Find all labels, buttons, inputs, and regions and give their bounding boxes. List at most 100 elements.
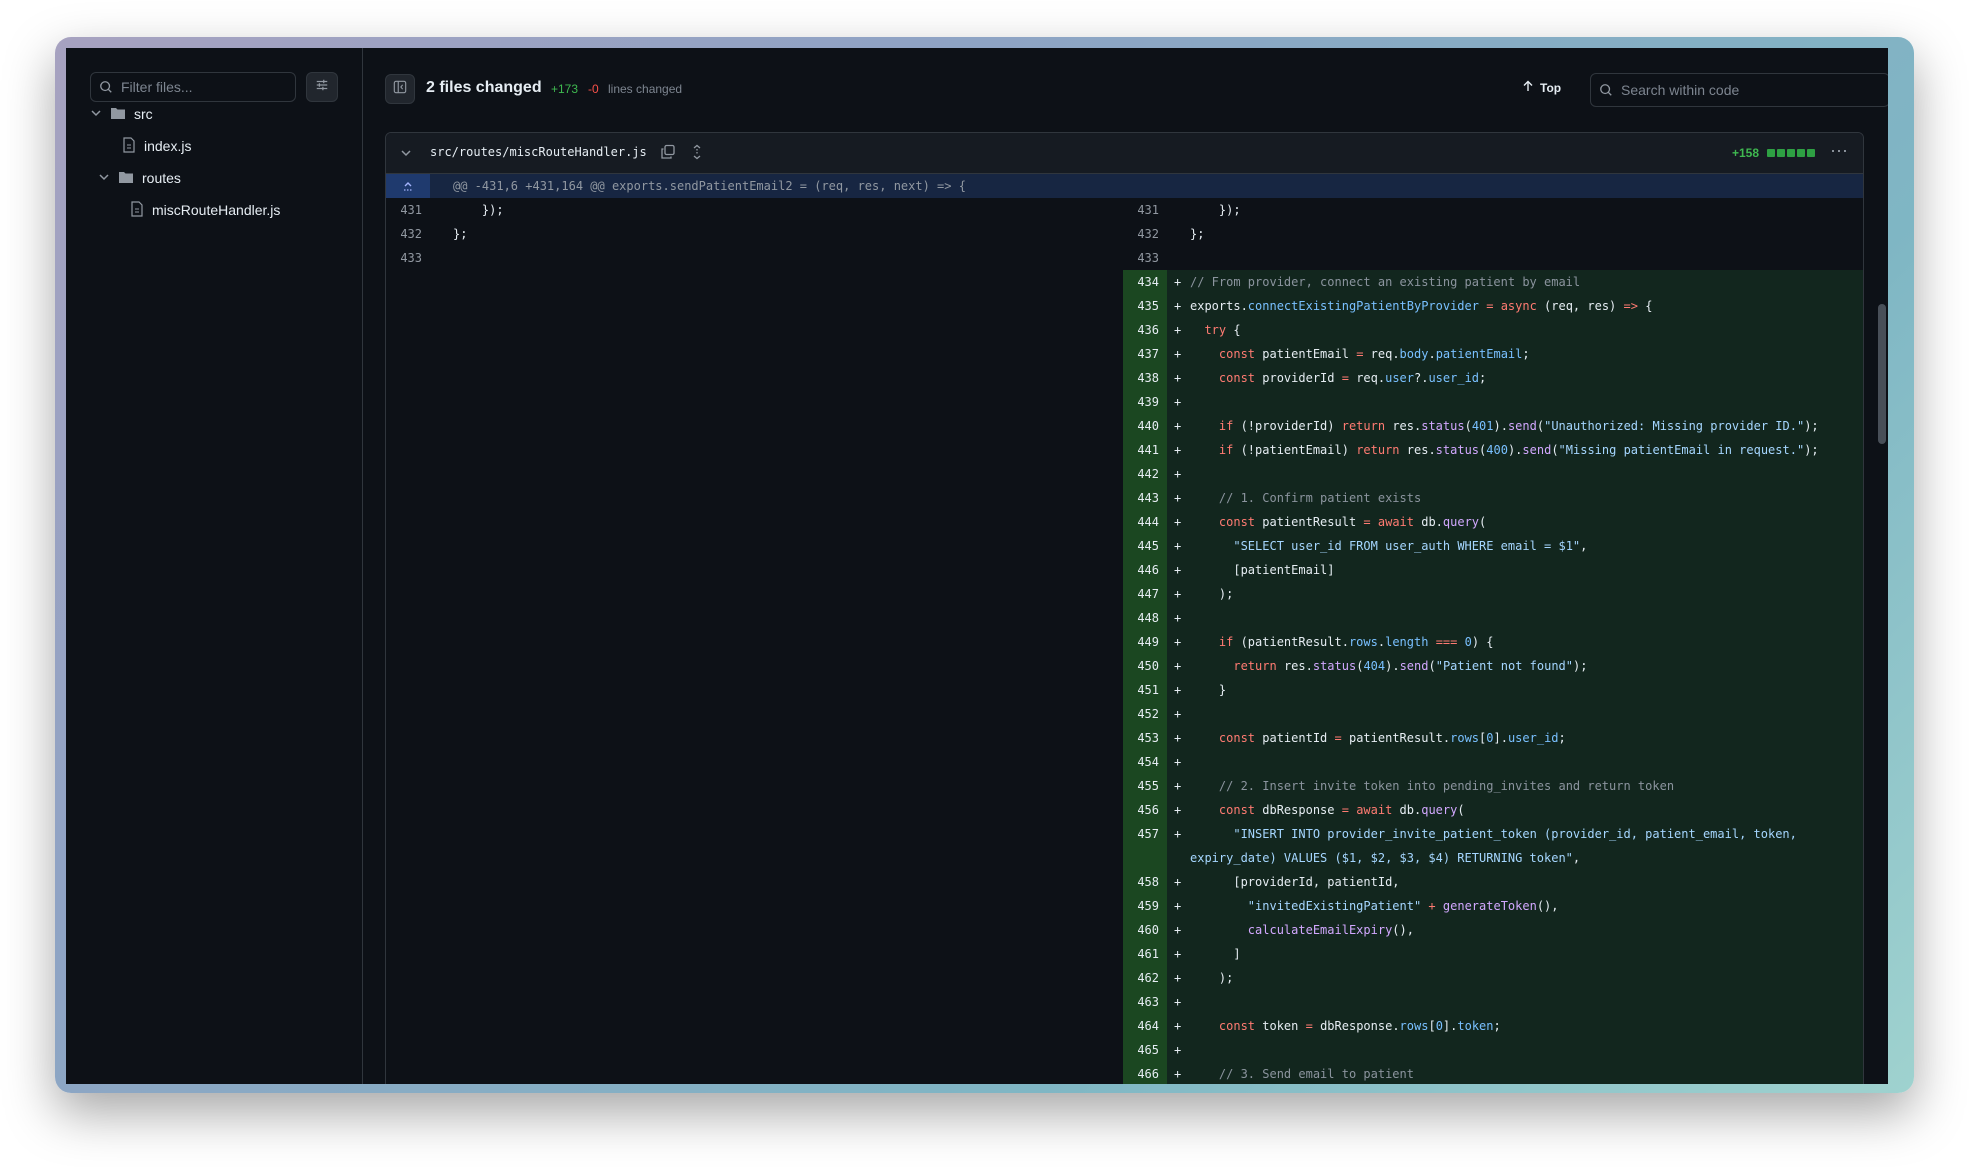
added-diff-line: 452 + [1123,702,1863,726]
line-number[interactable]: 432 [386,222,430,246]
line-number[interactable]: 448 [1123,606,1167,630]
line-number[interactable]: 464 [1123,1014,1167,1038]
added-diff-line: 449 + if (patientResult.rows.length === 0… [1123,630,1863,654]
filter-files-input[interactable]: Filter files... [90,72,296,102]
file-path[interactable]: src/routes/miscRouteHandler.js [430,145,647,159]
line-number[interactable]: 465 [1123,1038,1167,1062]
line-number[interactable]: 447 [1123,582,1167,606]
tree-file-misc-route-handler[interactable]: miscRouteHandler.js [130,196,280,224]
added-diff-line: 461 + ] [1123,942,1863,966]
arrow-up-icon [1522,80,1534,95]
addition-marker: + [1174,563,1182,577]
toggle-sidebar-button[interactable] [385,74,415,104]
filter-options-button[interactable] [306,72,338,102]
code-line: return res.status(404).send("Patient not… [1233,659,1588,673]
expand-all-icon[interactable] [690,144,704,165]
line-number[interactable]: 462 [1123,966,1167,990]
lines-changed-label: lines changed [608,82,683,96]
line-number[interactable]: 437 [1123,342,1167,366]
tree-item-label: index.js [144,138,192,154]
line-number[interactable]: 444 [1123,510,1167,534]
line-number[interactable]: 442 [1123,462,1167,486]
line-number[interactable]: 436 [1123,318,1167,342]
line-number[interactable]: 454 [1123,750,1167,774]
app-window: Filter files... src index.js routes misc… [66,48,1888,1084]
line-number[interactable]: 451 [1123,678,1167,702]
file-additions: +158 [1731,146,1759,160]
addition-marker: + [1174,923,1182,937]
line-number[interactable]: 439 [1123,390,1167,414]
line-number[interactable]: 435 [1123,294,1167,318]
line-number[interactable]: 443 [1123,486,1167,510]
line-number[interactable]: 466 [1123,1062,1167,1084]
code-line: }); [1190,203,1241,217]
code-line: try { [1204,323,1241,337]
added-diff-line: 443 + // 1. Confirm patient exists [1123,486,1863,510]
addition-marker: + [1174,275,1182,289]
top-button[interactable]: Top [1522,80,1561,95]
filter-files-placeholder: Filter files... [121,79,193,95]
code-line: calculateEmailExpiry(), [1247,923,1414,937]
line-number[interactable]: 458 [1123,870,1167,894]
diff-main: 2 files changed +173 -0 lines changed To… [363,48,1888,1084]
addition-marker: + [1174,1043,1182,1057]
line-number[interactable]: 457 [1123,822,1167,870]
line-number[interactable]: 434 [1123,270,1167,294]
hunk-header: @@ -431,6 +431,164 @@ exports.sendPatien… [386,174,1863,198]
chevron-down-icon [90,106,102,122]
line-number[interactable]: 441 [1123,438,1167,462]
line-number[interactable]: 433 [1123,246,1167,270]
line-number[interactable]: 445 [1123,534,1167,558]
line-number[interactable]: 461 [1123,942,1167,966]
line-number[interactable]: 455 [1123,774,1167,798]
added-diff-line: 438 + const providerId = req.user?.user_i… [1123,366,1863,390]
chevron-down-icon[interactable] [400,146,412,164]
added-diff-line: 462 + ); [1123,966,1863,990]
line-number[interactable]: 463 [1123,990,1167,1014]
code-line: const patientEmail = req.body.patientEma… [1218,347,1530,361]
search-within-code-input[interactable]: Search within code [1590,73,1888,107]
line-number[interactable]: 440 [1123,414,1167,438]
added-diff-line: 460 + calculateEmailExpiry(), [1123,918,1863,942]
tree-file-index-js[interactable]: index.js [122,132,191,160]
addition-marker: + [1174,635,1182,649]
line-number[interactable]: 449 [1123,630,1167,654]
left-pane: 431 }); 432}; 433 [386,198,1123,270]
line-number[interactable]: 450 [1123,654,1167,678]
line-number[interactable]: 431 [1123,198,1167,222]
expand-up-icon[interactable] [386,174,430,198]
line-number[interactable]: 460 [1123,918,1167,942]
added-diff-line: 454 + [1123,750,1863,774]
line-number[interactable]: 452 [1123,702,1167,726]
added-diff-line: 439 + [1123,390,1863,414]
top-button-label: Top [1540,80,1562,95]
search-within-code-placeholder: Search within code [1621,82,1740,98]
left-diff-line: 433 [386,246,1123,270]
tree-folder-src[interactable]: src [90,100,153,128]
line-number[interactable]: 459 [1123,894,1167,918]
tree-folder-routes[interactable]: routes [98,164,181,192]
added-diff-line: 453 + const patientId = patientResult.row… [1123,726,1863,750]
line-number[interactable]: 433 [386,246,430,270]
line-number[interactable]: 446 [1123,558,1167,582]
line-number[interactable]: 432 [1123,222,1167,246]
added-diff-line: 440 + if (!providerId) return res.status(… [1123,414,1863,438]
file-icon [122,136,136,156]
line-number[interactable]: 431 [386,198,430,222]
added-diff-line: 446 + [patientEmail] [1123,558,1863,582]
added-diff-line: 466 + // 3. Send email to patient [1123,1062,1863,1084]
addition-marker: + [1174,491,1182,505]
added-diff-line: 451 + } [1123,678,1863,702]
added-diff-line: 465 + [1123,1038,1863,1062]
line-number[interactable]: 453 [1123,726,1167,750]
code-line: const providerId = req.user?.user_id; [1218,371,1487,385]
copy-icon[interactable] [660,144,676,165]
scrollbar-thumb[interactable] [1878,304,1886,444]
code-line: if (patientResult.rows.length === 0) { [1218,635,1494,649]
more-options-icon[interactable]: ⋯ [1830,141,1849,162]
code-line: const patientResult = await db.query( [1218,515,1487,529]
line-number[interactable]: 456 [1123,798,1167,822]
line-number[interactable]: 438 [1123,366,1167,390]
sliders-icon [315,78,329,97]
code-line: }; [1190,227,1205,241]
